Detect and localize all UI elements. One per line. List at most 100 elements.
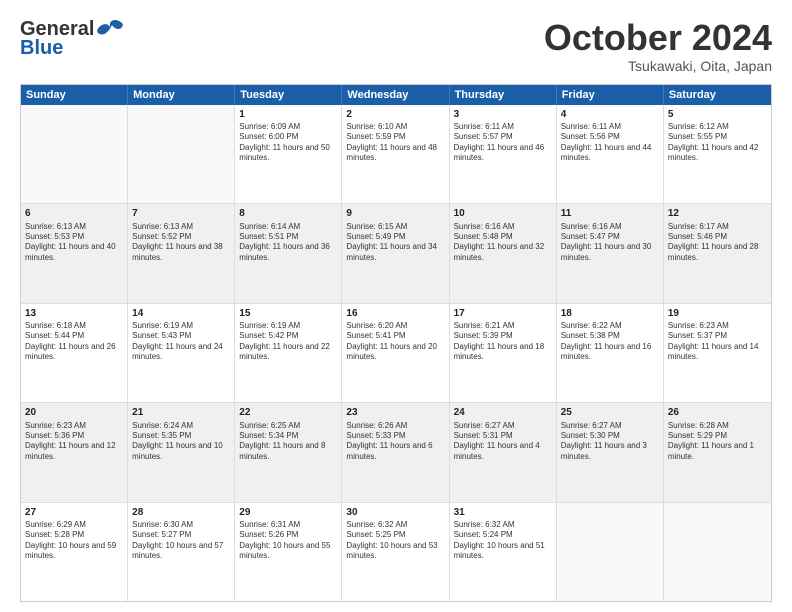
page: General Blue October 2024 Tsukawaki, Oit… (0, 0, 792, 612)
calendar-cell: 16Sunrise: 6:20 AM Sunset: 5:41 PM Dayli… (342, 304, 449, 402)
day-number: 17 (454, 307, 552, 321)
day-number: 20 (25, 406, 123, 420)
calendar-cell: 1Sunrise: 6:09 AM Sunset: 6:00 PM Daylig… (235, 105, 342, 203)
day-number: 18 (561, 307, 659, 321)
cell-info: Sunrise: 6:28 AM Sunset: 5:29 PM Dayligh… (668, 421, 767, 463)
day-number: 24 (454, 406, 552, 420)
cell-info: Sunrise: 6:22 AM Sunset: 5:38 PM Dayligh… (561, 321, 659, 363)
title-section: October 2024 Tsukawaki, Oita, Japan (544, 18, 772, 74)
calendar-cell: 8Sunrise: 6:14 AM Sunset: 5:51 PM Daylig… (235, 204, 342, 302)
calendar-cell (557, 503, 664, 601)
day-number: 22 (239, 406, 337, 420)
cell-info: Sunrise: 6:27 AM Sunset: 5:31 PM Dayligh… (454, 421, 552, 463)
cell-info: Sunrise: 6:30 AM Sunset: 5:27 PM Dayligh… (132, 520, 230, 562)
calendar-cell: 18Sunrise: 6:22 AM Sunset: 5:38 PM Dayli… (557, 304, 664, 402)
calendar-cell (664, 503, 771, 601)
calendar-cell: 11Sunrise: 6:16 AM Sunset: 5:47 PM Dayli… (557, 204, 664, 302)
calendar-cell: 14Sunrise: 6:19 AM Sunset: 5:43 PM Dayli… (128, 304, 235, 402)
calendar-row: 6Sunrise: 6:13 AM Sunset: 5:53 PM Daylig… (21, 203, 771, 302)
day-number: 30 (346, 506, 444, 520)
cell-info: Sunrise: 6:16 AM Sunset: 5:48 PM Dayligh… (454, 222, 552, 264)
logo-bird-icon (96, 19, 124, 41)
day-number: 14 (132, 307, 230, 321)
day-number: 13 (25, 307, 123, 321)
calendar-row: 1Sunrise: 6:09 AM Sunset: 6:00 PM Daylig… (21, 105, 771, 203)
header-monday: Monday (128, 85, 235, 105)
calendar: Sunday Monday Tuesday Wednesday Thursday… (20, 84, 772, 602)
cell-info: Sunrise: 6:11 AM Sunset: 5:57 PM Dayligh… (454, 122, 552, 164)
day-number: 8 (239, 207, 337, 221)
cell-info: Sunrise: 6:18 AM Sunset: 5:44 PM Dayligh… (25, 321, 123, 363)
cell-info: Sunrise: 6:10 AM Sunset: 5:59 PM Dayligh… (346, 122, 444, 164)
calendar-cell: 3Sunrise: 6:11 AM Sunset: 5:57 PM Daylig… (450, 105, 557, 203)
calendar-cell (21, 105, 128, 203)
calendar-body: 1Sunrise: 6:09 AM Sunset: 6:00 PM Daylig… (21, 105, 771, 601)
calendar-cell: 2Sunrise: 6:10 AM Sunset: 5:59 PM Daylig… (342, 105, 449, 203)
cell-info: Sunrise: 6:16 AM Sunset: 5:47 PM Dayligh… (561, 222, 659, 264)
day-number: 4 (561, 108, 659, 122)
cell-info: Sunrise: 6:15 AM Sunset: 5:49 PM Dayligh… (346, 222, 444, 264)
calendar-cell: 19Sunrise: 6:23 AM Sunset: 5:37 PM Dayli… (664, 304, 771, 402)
calendar-cell: 28Sunrise: 6:30 AM Sunset: 5:27 PM Dayli… (128, 503, 235, 601)
cell-info: Sunrise: 6:32 AM Sunset: 5:24 PM Dayligh… (454, 520, 552, 562)
day-number: 25 (561, 406, 659, 420)
day-number: 6 (25, 207, 123, 221)
cell-info: Sunrise: 6:27 AM Sunset: 5:30 PM Dayligh… (561, 421, 659, 463)
day-number: 2 (346, 108, 444, 122)
cell-info: Sunrise: 6:13 AM Sunset: 5:53 PM Dayligh… (25, 222, 123, 264)
header-tuesday: Tuesday (235, 85, 342, 105)
header-thursday: Thursday (450, 85, 557, 105)
header: General Blue October 2024 Tsukawaki, Oit… (20, 18, 772, 74)
day-number: 15 (239, 307, 337, 321)
cell-info: Sunrise: 6:32 AM Sunset: 5:25 PM Dayligh… (346, 520, 444, 562)
cell-info: Sunrise: 6:17 AM Sunset: 5:46 PM Dayligh… (668, 222, 767, 264)
cell-info: Sunrise: 6:24 AM Sunset: 5:35 PM Dayligh… (132, 421, 230, 463)
calendar-cell: 26Sunrise: 6:28 AM Sunset: 5:29 PM Dayli… (664, 403, 771, 501)
calendar-row: 20Sunrise: 6:23 AM Sunset: 5:36 PM Dayli… (21, 402, 771, 501)
cell-info: Sunrise: 6:21 AM Sunset: 5:39 PM Dayligh… (454, 321, 552, 363)
cell-info: Sunrise: 6:11 AM Sunset: 5:56 PM Dayligh… (561, 122, 659, 164)
header-friday: Friday (557, 85, 664, 105)
calendar-row: 13Sunrise: 6:18 AM Sunset: 5:44 PM Dayli… (21, 303, 771, 402)
calendar-cell: 4Sunrise: 6:11 AM Sunset: 5:56 PM Daylig… (557, 105, 664, 203)
calendar-cell: 13Sunrise: 6:18 AM Sunset: 5:44 PM Dayli… (21, 304, 128, 402)
cell-info: Sunrise: 6:19 AM Sunset: 5:42 PM Dayligh… (239, 321, 337, 363)
day-number: 1 (239, 108, 337, 122)
calendar-cell: 22Sunrise: 6:25 AM Sunset: 5:34 PM Dayli… (235, 403, 342, 501)
cell-info: Sunrise: 6:29 AM Sunset: 5:28 PM Dayligh… (25, 520, 123, 562)
calendar-cell: 6Sunrise: 6:13 AM Sunset: 5:53 PM Daylig… (21, 204, 128, 302)
day-number: 27 (25, 506, 123, 520)
day-number: 10 (454, 207, 552, 221)
calendar-cell: 17Sunrise: 6:21 AM Sunset: 5:39 PM Dayli… (450, 304, 557, 402)
day-number: 28 (132, 506, 230, 520)
calendar-cell: 25Sunrise: 6:27 AM Sunset: 5:30 PM Dayli… (557, 403, 664, 501)
day-number: 12 (668, 207, 767, 221)
day-number: 7 (132, 207, 230, 221)
month-title: October 2024 (544, 18, 772, 58)
day-number: 16 (346, 307, 444, 321)
cell-info: Sunrise: 6:25 AM Sunset: 5:34 PM Dayligh… (239, 421, 337, 463)
subtitle: Tsukawaki, Oita, Japan (544, 58, 772, 74)
calendar-cell: 23Sunrise: 6:26 AM Sunset: 5:33 PM Dayli… (342, 403, 449, 501)
calendar-cell: 15Sunrise: 6:19 AM Sunset: 5:42 PM Dayli… (235, 304, 342, 402)
day-number: 19 (668, 307, 767, 321)
logo-blue: Blue (20, 37, 63, 60)
calendar-cell: 10Sunrise: 6:16 AM Sunset: 5:48 PM Dayli… (450, 204, 557, 302)
day-number: 29 (239, 506, 337, 520)
calendar-header: Sunday Monday Tuesday Wednesday Thursday… (21, 85, 771, 105)
calendar-row: 27Sunrise: 6:29 AM Sunset: 5:28 PM Dayli… (21, 502, 771, 601)
cell-info: Sunrise: 6:12 AM Sunset: 5:55 PM Dayligh… (668, 122, 767, 164)
calendar-cell: 29Sunrise: 6:31 AM Sunset: 5:26 PM Dayli… (235, 503, 342, 601)
header-wednesday: Wednesday (342, 85, 449, 105)
day-number: 26 (668, 406, 767, 420)
calendar-cell: 21Sunrise: 6:24 AM Sunset: 5:35 PM Dayli… (128, 403, 235, 501)
cell-info: Sunrise: 6:31 AM Sunset: 5:26 PM Dayligh… (239, 520, 337, 562)
cell-info: Sunrise: 6:14 AM Sunset: 5:51 PM Dayligh… (239, 222, 337, 264)
cell-info: Sunrise: 6:09 AM Sunset: 6:00 PM Dayligh… (239, 122, 337, 164)
day-number: 9 (346, 207, 444, 221)
calendar-cell: 7Sunrise: 6:13 AM Sunset: 5:52 PM Daylig… (128, 204, 235, 302)
header-saturday: Saturday (664, 85, 771, 105)
day-number: 5 (668, 108, 767, 122)
cell-info: Sunrise: 6:20 AM Sunset: 5:41 PM Dayligh… (346, 321, 444, 363)
calendar-cell: 9Sunrise: 6:15 AM Sunset: 5:49 PM Daylig… (342, 204, 449, 302)
